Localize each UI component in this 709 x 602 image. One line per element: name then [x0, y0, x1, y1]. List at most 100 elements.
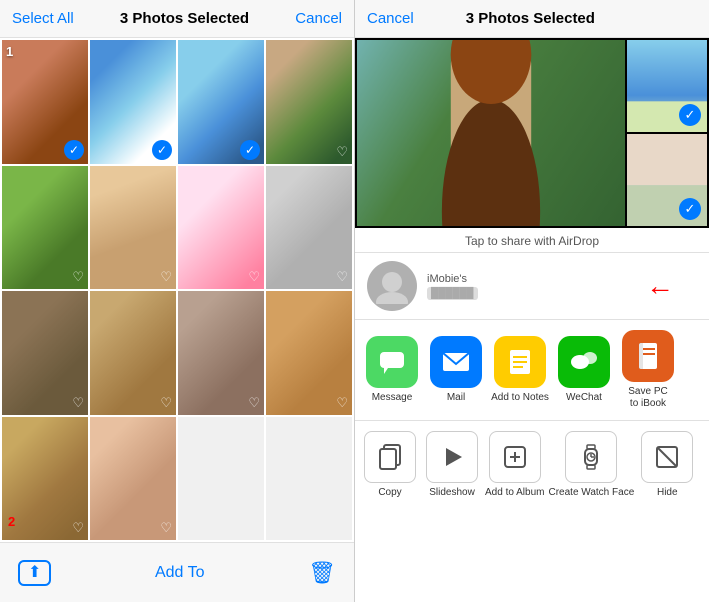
photo-cell-12[interactable]: ♡ [266, 291, 352, 415]
watch-face-icon-box [565, 431, 617, 483]
photo-cell-2[interactable]: ✓ [90, 40, 176, 164]
right-selected-count: 3 Photos Selected [466, 10, 595, 27]
notes-icon [494, 336, 546, 388]
mail-icon [430, 336, 482, 388]
right-header: Cancel 3 Photos Selected [355, 0, 709, 38]
right-panel: Cancel 3 Photos Selected [355, 0, 709, 602]
action-watch-face[interactable]: Create Watch Face [548, 431, 634, 499]
preview-cell-2[interactable]: ✓ [627, 40, 707, 132]
red-arrow-icon: ← [646, 270, 674, 302]
heart-icon-11: ♡ [248, 395, 260, 411]
heart-icon-14: ♡ [160, 520, 172, 536]
preview-cell-1[interactable] [357, 40, 625, 226]
left-panel: Select All 3 Photos Selected Cancel 1 ✓ … [0, 0, 355, 602]
contact-name: iMobie's [427, 273, 478, 285]
wechat-icon [558, 336, 610, 388]
contact-avatar[interactable] [367, 261, 417, 311]
watch-face-label: Create Watch Face [548, 487, 634, 499]
photo-cell-11[interactable]: ♡ [178, 291, 264, 415]
message-bubble-icon [378, 348, 406, 376]
action-copy[interactable]: Copy [361, 431, 419, 499]
watch-icon [577, 443, 605, 471]
avatar-icon [374, 268, 410, 304]
app-ibook[interactable]: Save PCto iBook [619, 330, 677, 410]
preview-cell-3[interactable]: ✓ [627, 134, 707, 226]
contact-row: iMobie's ██████ ← [355, 253, 709, 320]
action-slideshow[interactable]: Slideshow [423, 431, 481, 499]
slideshow-icon-box [426, 431, 478, 483]
action-add-album[interactable]: Add to Album [485, 431, 544, 499]
heart-icon-13: ♡ [72, 520, 84, 536]
select-all-button[interactable]: Select All [12, 10, 74, 27]
share-icon: ⬆ [28, 565, 41, 581]
heart-icon-7: ♡ [248, 269, 260, 285]
photo-number-1: 1 [6, 44, 13, 59]
photo-cell-5[interactable]: ♡ [2, 166, 88, 290]
photo-cell-9[interactable]: ♡ [2, 291, 88, 415]
add-album-label: Add to Album [485, 487, 544, 499]
preview-check-3: ✓ [679, 198, 701, 220]
heart-icon-12: ♡ [336, 395, 348, 411]
photo-cell-10[interactable]: ♡ [90, 291, 176, 415]
airdrop-label: Tap to share with AirDrop [355, 228, 709, 253]
notes-page-icon [506, 348, 534, 376]
book-icon [637, 342, 659, 370]
notes-label: Add to Notes [491, 392, 549, 404]
contact-info: iMobie's ██████ [427, 273, 478, 300]
photo-cell-14[interactable]: ♡ [90, 417, 176, 541]
message-icon [366, 336, 418, 388]
left-footer-wrap: 2 ⬆ Add To 🗑 [0, 542, 354, 602]
right-cancel-button[interactable]: Cancel [367, 10, 414, 27]
message-label: Message [372, 392, 413, 404]
left-selected-count: 3 Photos Selected [120, 10, 249, 27]
share-apps-row: Message Mail Add to Notes [355, 320, 709, 421]
mail-envelope-icon [442, 352, 470, 372]
photo-check-1: ✓ [64, 140, 84, 160]
copy-label: Copy [378, 487, 401, 499]
wechat-bubble-icon [570, 348, 598, 376]
share-button[interactable]: ⬆ [18, 560, 51, 586]
left-header: Select All 3 Photos Selected Cancel [0, 0, 354, 38]
photo-check-3: ✓ [240, 140, 260, 160]
action-hide[interactable]: Hide [638, 431, 696, 499]
photo-cell-6[interactable]: ♡ [90, 166, 176, 290]
ibook-label: Save PCto iBook [628, 386, 667, 410]
photo-preview-row: ✓ ✓ [355, 38, 709, 228]
mail-label: Mail [447, 392, 465, 404]
app-message[interactable]: Message [363, 336, 421, 404]
photo-cell-1[interactable]: 1 ✓ [2, 40, 88, 164]
heart-icon-5: ♡ [72, 269, 84, 285]
heart-icon-10: ♡ [160, 395, 172, 411]
ibook-icon [622, 330, 674, 382]
wechat-label: WeChat [566, 392, 602, 404]
photo-cell-15 [178, 417, 264, 541]
photo-cell-4[interactable]: ♡ [266, 40, 352, 164]
photo-cell-16 [266, 417, 352, 541]
preview-small-col: ✓ ✓ [627, 40, 707, 226]
photo-cell-7[interactable]: ♡ [178, 166, 264, 290]
hide-label: Hide [657, 487, 678, 499]
photo-cell-8[interactable]: ♡ [266, 166, 352, 290]
add-to-button[interactable]: Add To [155, 564, 205, 582]
app-wechat[interactable]: WeChat [555, 336, 613, 404]
preview-check-2: ✓ [679, 104, 701, 126]
add-album-icon [501, 443, 529, 471]
left-cancel-button[interactable]: Cancel [295, 10, 342, 27]
photo-cell-3[interactable]: ✓ [178, 40, 264, 164]
hide-icon [653, 443, 681, 471]
heart-icon-8: ♡ [336, 269, 348, 285]
slideshow-label: Slideshow [429, 487, 475, 499]
heart-icon-9: ♡ [72, 395, 84, 411]
trash-icon[interactable]: 🗑 [308, 560, 336, 586]
play-icon [438, 443, 466, 471]
add-album-icon-box [489, 431, 541, 483]
app-notes[interactable]: Add to Notes [491, 336, 549, 404]
actions-row: Copy Slideshow Add to Album [355, 421, 709, 509]
app-mail[interactable]: Mail [427, 336, 485, 404]
hide-icon-box [641, 431, 693, 483]
number-2-badge: 2 [8, 514, 15, 529]
left-footer: ⬆ Add To 🗑 [0, 542, 354, 602]
contact-sub: ██████ [427, 287, 478, 300]
preview-image-1 [357, 40, 625, 226]
photo-grid: 1 ✓ ✓ ✓ ♡ ♡ ♡ ♡ ♡ ♡ ♡ ♡ [0, 38, 354, 542]
